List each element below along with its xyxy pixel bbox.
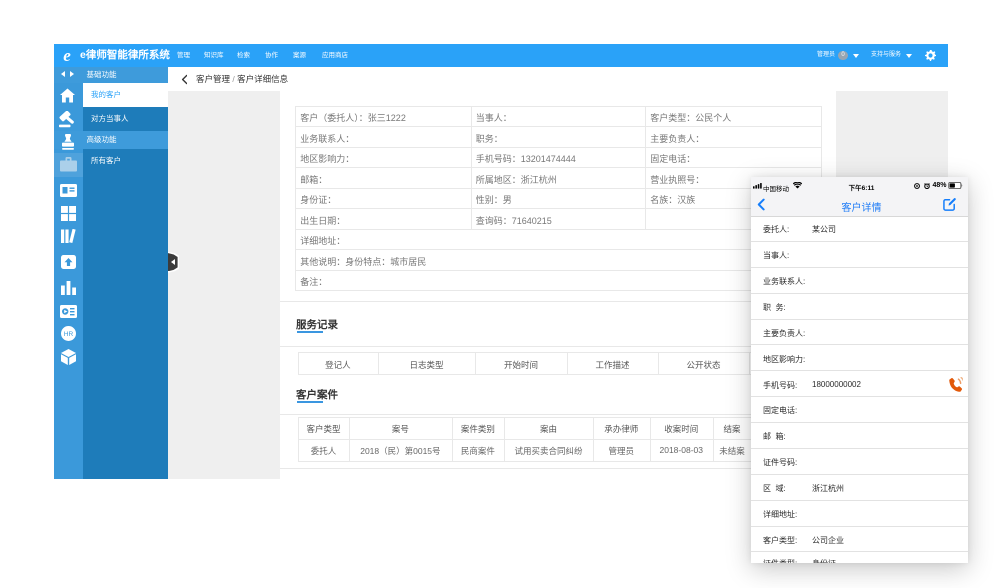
svg-text:HR: HR bbox=[64, 331, 74, 338]
